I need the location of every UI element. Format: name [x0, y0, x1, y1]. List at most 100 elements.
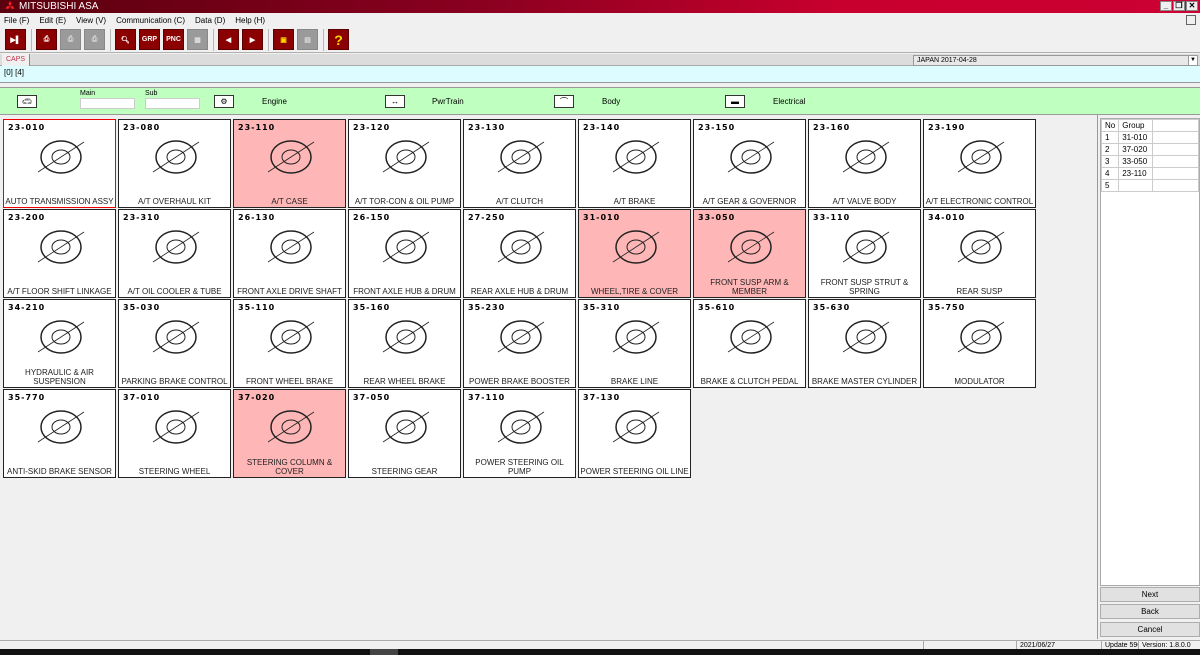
group-tile[interactable]: 23-010 AUTO TRANSMISSION ASSY: [3, 119, 116, 208]
save-icon: ▣: [280, 36, 287, 44]
group-tile[interactable]: 37-110 POWER STEERING OIL PUMP: [463, 389, 576, 478]
menu-file[interactable]: File (F): [4, 16, 29, 25]
body-icon[interactable]: ⌒: [554, 95, 574, 108]
group-tile[interactable]: 27-250 REAR AXLE HUB & DRUM: [463, 209, 576, 298]
breadcrumb: [0] [4]: [0, 66, 1200, 83]
group-tile[interactable]: 37-010 STEERING WHEEL: [118, 389, 231, 478]
grid-button[interactable]: ▦: [187, 29, 208, 50]
main-field[interactable]: [80, 98, 135, 109]
category-body[interactable]: Body: [602, 97, 620, 106]
group-tile[interactable]: 23-190 A/T ELECTRONIC CONTROL: [923, 119, 1036, 208]
group-tile[interactable]: 37-050 STEERING GEAR: [348, 389, 461, 478]
group-tile[interactable]: 37-130 POWER STEERING OIL LINE: [578, 389, 691, 478]
category-pwrtrain[interactable]: PwrTrain: [432, 97, 464, 106]
part-illustration-icon: [612, 140, 660, 174]
group-tile[interactable]: 23-310 A/T OIL COOLER & TUBE: [118, 209, 231, 298]
back-button[interactable]: Back: [1100, 604, 1200, 619]
menu-help[interactable]: Help (H): [235, 16, 265, 25]
group-tile[interactable]: 33-110 FRONT SUSP STRUT & SPRING: [808, 209, 921, 298]
part-illustration-icon: [267, 320, 315, 354]
group-tile[interactable]: 37-020 STEERING COLUMN & COVER: [233, 389, 346, 478]
pnc-button[interactable]: PNC: [163, 29, 184, 50]
menu-view[interactable]: View (V): [76, 16, 106, 25]
group-tile[interactable]: 23-080 A/T OVERHAUL KIT: [118, 119, 231, 208]
group-tile[interactable]: 34-010 REAR SUSP: [923, 209, 1036, 298]
mdi-icon[interactable]: [1186, 15, 1196, 25]
group-name: A/T GEAR & GOVERNOR: [702, 197, 797, 206]
group-tile[interactable]: 23-200 A/T FLOOR SHIFT LINKAGE: [3, 209, 116, 298]
next-button[interactable]: Next: [1100, 587, 1200, 602]
group-code: 23-200: [8, 213, 46, 222]
save-button[interactable]: ▣: [273, 29, 294, 50]
col-header-group: Group: [1118, 119, 1154, 132]
exit-button[interactable]: ▶▌: [5, 29, 26, 50]
group-tile[interactable]: 33-050 FRONT SUSP ARM & MEMBER: [693, 209, 806, 298]
group-tile[interactable]: 26-130 FRONT AXLE DRIVE SHAFT: [233, 209, 346, 298]
table-row[interactable]: 5: [1100, 179, 1199, 192]
minimize-button[interactable]: _: [1160, 1, 1172, 11]
restore-button[interactable]: ❐: [1173, 1, 1185, 11]
part-illustration-icon: [727, 320, 775, 354]
menu-edit[interactable]: Edit (E): [39, 16, 66, 25]
table-row[interactable]: 2 37-020: [1100, 143, 1199, 156]
region-select[interactable]: JAPAN 2017-04-28 ▼: [913, 55, 1198, 66]
group-tile[interactable]: 23-110 A/T CASE: [233, 119, 346, 208]
group-tile[interactable]: 35-160 REAR WHEEL BRAKE: [348, 299, 461, 388]
engine-icon[interactable]: ⚙: [214, 95, 234, 108]
menu-communication[interactable]: Communication (C): [116, 16, 185, 25]
group-tile[interactable]: 31-010 WHEEL,TIRE & COVER: [578, 209, 691, 298]
col-header-no: No: [1100, 119, 1120, 132]
part-illustration-icon: [957, 320, 1005, 354]
part-illustration-icon: [497, 320, 545, 354]
toolbar-separator: [268, 28, 269, 51]
group-name: A/T CASE: [271, 197, 308, 206]
group-tile[interactable]: 35-630 BRAKE MASTER CYLINDER: [808, 299, 921, 388]
print-screen-button[interactable]: ⎙: [36, 29, 57, 50]
window-title: MITSUBISHI ASA: [19, 1, 99, 12]
chevron-down-icon[interactable]: ▼: [1188, 56, 1197, 65]
prev-button[interactable]: ◀: [218, 29, 239, 50]
category-engine[interactable]: Engine: [262, 97, 287, 106]
car-icon[interactable]: 🚗︎: [17, 95, 37, 108]
group-code: 37-110: [468, 393, 506, 402]
group-code: 35-310: [583, 303, 621, 312]
group-tile[interactable]: 35-230 POWER BRAKE BOOSTER: [463, 299, 576, 388]
tab-caps[interactable]: CAPS: [2, 54, 31, 66]
group-tile[interactable]: 35-030 PARKING BRAKE CONTROL: [118, 299, 231, 388]
group-name: MODULATOR: [954, 377, 1005, 386]
group-tile[interactable]: 23-140 A/T BRAKE: [578, 119, 691, 208]
print-preview-button[interactable]: ⎙: [84, 29, 105, 50]
table-row[interactable]: 4 23-110: [1100, 167, 1199, 180]
group-tile[interactable]: 23-120 A/T TOR-CON & OIL PUMP: [348, 119, 461, 208]
next-nav-button[interactable]: ▶: [242, 29, 263, 50]
open-button[interactable]: ▤: [297, 29, 318, 50]
help-button[interactable]: ?: [328, 29, 349, 50]
group-tile[interactable]: 23-160 A/T VALVE BODY: [808, 119, 921, 208]
group-tile[interactable]: 35-110 FRONT WHEEL BRAKE: [233, 299, 346, 388]
sub-field[interactable]: [145, 98, 200, 109]
category-electrical[interactable]: Electrical: [773, 97, 805, 106]
battery-icon[interactable]: ▬: [725, 95, 745, 108]
group-tile[interactable]: 35-610 BRAKE & CLUTCH PEDAL: [693, 299, 806, 388]
group-tile[interactable]: 35-770 ANTI-SKID BRAKE SENSOR: [3, 389, 116, 478]
taskbar-item[interactable]: [370, 649, 398, 655]
group-name: A/T ELECTRONIC CONTROL: [925, 197, 1034, 206]
group-tile[interactable]: 35-750 MODULATOR: [923, 299, 1036, 388]
group-name: STEERING WHEEL: [138, 467, 211, 476]
group-tile[interactable]: 23-130 A/T CLUTCH: [463, 119, 576, 208]
print-button[interactable]: ⎙: [60, 29, 81, 50]
group-tile[interactable]: 34-210 HYDRAULIC & AIR SUSPENSION: [3, 299, 116, 388]
mitsubishi-logo-icon: [5, 1, 15, 9]
menu-data[interactable]: Data (D): [195, 16, 225, 25]
cancel-button[interactable]: Cancel: [1100, 622, 1200, 637]
table-row[interactable]: 3 33-050: [1100, 155, 1199, 168]
table-row[interactable]: 1 31-010: [1100, 131, 1199, 144]
powertrain-icon[interactable]: ↔: [385, 95, 405, 108]
search-button[interactable]: 🔍︎: [115, 29, 136, 50]
group-tile[interactable]: 35-310 BRAKE LINE: [578, 299, 691, 388]
group-tile[interactable]: 23-150 A/T GEAR & GOVERNOR: [693, 119, 806, 208]
group-tile[interactable]: 26-150 FRONT AXLE HUB & DRUM: [348, 209, 461, 298]
grp-button[interactable]: GRP: [139, 29, 160, 50]
group-name: STEERING GEAR: [371, 467, 438, 476]
close-button[interactable]: ✕: [1186, 1, 1198, 11]
